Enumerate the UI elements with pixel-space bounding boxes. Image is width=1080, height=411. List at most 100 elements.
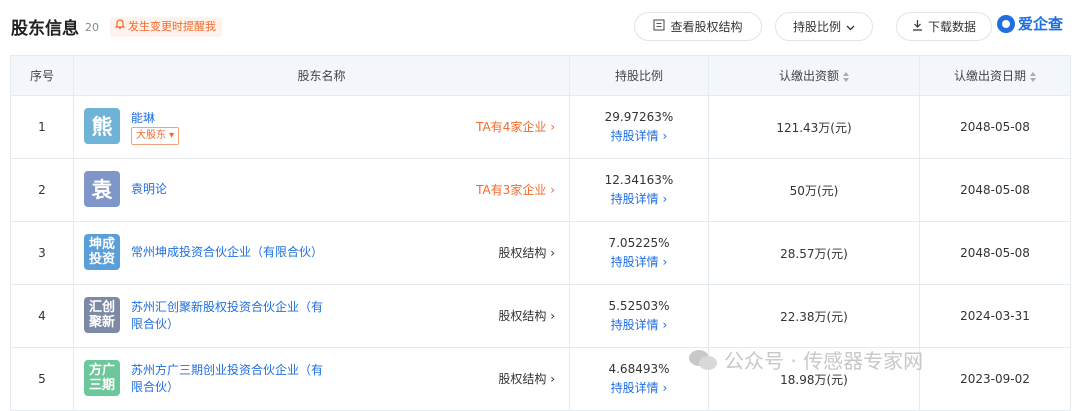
table-row: 1 熊 能琳 大股东 ▾ TA有4家企业 › 29.97263% 持股详情 › … [10, 95, 1071, 159]
avatar: 熊 [84, 108, 120, 144]
sort-icon[interactable] [843, 71, 849, 82]
holding-detail-label: 持股详情 [610, 255, 659, 269]
holding-detail-label: 持股详情 [610, 129, 659, 143]
table-row: 2 袁 袁明论 TA有3家企业 › 12.34163% 持股详情 › 50万(元… [10, 158, 1071, 222]
table-header-row: 序号 股东名称 持股比例 认缴出资额 认缴出资日期 [10, 55, 1071, 96]
avatar: 坤成投资 [84, 234, 120, 270]
chevron-right-icon: › [550, 372, 555, 386]
col-header-date-label: 认缴出资日期 [953, 69, 1026, 83]
related-link-label: TA有4家企业 [476, 120, 547, 134]
view-structure-label: 查看股权结构 [670, 20, 743, 34]
related-link-label: 股权结构 [498, 372, 547, 386]
ratio-cell: 5.52503% 持股详情 › [569, 284, 709, 348]
shareholder-related-link[interactable]: TA有3家企业 › [476, 181, 555, 198]
holding-detail-link[interactable]: 持股详情 › [571, 379, 707, 396]
logo-text: 爱企查 [1018, 15, 1064, 33]
shareholder-cell: 汇创聚新 苏州汇创聚新股权投资合伙企业（有限合伙） 股权结构 › [73, 284, 570, 348]
holding-detail-link[interactable]: 持股详情 › [571, 190, 707, 207]
col-header-date[interactable]: 认缴出资日期 [919, 55, 1071, 96]
related-link-label: TA有3家企业 [476, 183, 547, 197]
badge-label: 大股东 [136, 130, 166, 141]
ratio-dropdown[interactable]: 持股比例 [775, 12, 873, 41]
row-index: 3 [10, 221, 74, 285]
change-remind-button[interactable]: 发生变更时提醒我 [110, 17, 222, 37]
logo-icon [997, 14, 1015, 33]
col-header-name: 股东名称 [73, 55, 570, 96]
table-row: 3 坤成投资 常州坤成投资合伙企业（有限合伙） 股权结构 › 7.05225% … [10, 221, 1071, 285]
table-row: 4 汇创聚新 苏州汇创聚新股权投资合伙企业（有限合伙） 股权结构 › 5.525… [10, 284, 1071, 348]
shareholder-cell: 坤成投资 常州坤成投资合伙企业（有限合伙） 股权结构 › [73, 221, 570, 285]
avatar-text: 袁 [91, 178, 113, 202]
download-label: 下载数据 [927, 20, 976, 34]
row-index: 5 [10, 347, 74, 411]
wechat-icon [688, 348, 718, 372]
subscribed-date: 2024-03-31 [919, 284, 1071, 348]
download-icon [912, 19, 923, 34]
avatar: 方广三期 [84, 360, 120, 396]
holding-percent: 5.52503% [608, 299, 670, 313]
related-link-label: 股权结构 [498, 246, 547, 260]
view-structure-button[interactable]: 查看股权结构 [634, 12, 762, 41]
holding-detail-link[interactable]: 持股详情 › [571, 127, 707, 144]
brand-logo[interactable]: 爱企查 [997, 13, 1063, 34]
holding-detail-label: 持股详情 [610, 381, 659, 395]
shareholder-related-link[interactable]: 股权结构 › [498, 370, 555, 387]
shareholder-cell: 熊 能琳 大股东 ▾ TA有4家企业 › [73, 95, 570, 159]
ratio-cell: 29.97263% 持股详情 › [569, 95, 709, 159]
subscribed-amount: 50万(元) [708, 158, 920, 222]
holding-detail-label: 持股详情 [610, 192, 659, 206]
shareholder-cell: 袁 袁明论 TA有3家企业 › [73, 158, 570, 222]
shareholder-related-link[interactable]: 股权结构 › [498, 307, 555, 324]
download-button[interactable]: 下载数据 [896, 12, 992, 41]
col-header-amount-label: 认缴出资额 [778, 69, 839, 83]
avatar-text: 汇创聚新 [88, 300, 115, 330]
watermark: 公众号 · 传感器专家网 [688, 345, 923, 374]
shareholder-related-link[interactable]: 股权结构 › [498, 244, 555, 261]
section-title: 股东信息 [11, 19, 79, 39]
row-index: 1 [10, 95, 74, 159]
row-index: 4 [10, 284, 74, 348]
chevron-down-icon [846, 20, 855, 34]
row-index: 2 [10, 158, 74, 222]
subscribed-date: 2048-05-08 [919, 158, 1071, 222]
holding-percent: 29.97263% [604, 110, 674, 124]
chevron-right-icon: › [550, 309, 555, 323]
shareholder-count: 20 [85, 21, 99, 34]
ratio-label: 持股比例 [792, 20, 841, 34]
section-header: 股东信息 20 发生变更时提醒我 查看股权结构 持股比例 下载数据 爱企查 [0, 0, 1080, 54]
holding-detail-link[interactable]: 持股详情 › [571, 316, 707, 333]
avatar: 汇创聚新 [84, 297, 120, 333]
holding-percent: 7.05225% [608, 236, 670, 250]
subscribed-amount: 22.38万(元) [708, 284, 920, 348]
shareholder-name-link[interactable]: 苏州方广三期创业投资合伙企业（有限合伙） [131, 362, 331, 396]
change-remind-label: 发生变更时提醒我 [128, 20, 216, 33]
avatar: 袁 [84, 171, 120, 207]
avatar-text: 坤成投资 [88, 237, 115, 267]
col-header-ratio: 持股比例 [569, 55, 709, 96]
avatar-text: 熊 [91, 115, 113, 139]
shareholder-name-link[interactable]: 能琳 [131, 110, 331, 127]
subscribed-amount: 121.43万(元) [708, 95, 920, 159]
shareholder-name-link[interactable]: 苏州汇创聚新股权投资合伙企业（有限合伙） [131, 299, 331, 333]
holding-detail-label: 持股详情 [610, 318, 659, 332]
col-header-amount[interactable]: 认缴出资额 [708, 55, 920, 96]
sort-icon[interactable] [1030, 71, 1036, 82]
ratio-cell: 7.05225% 持股详情 › [569, 221, 709, 285]
subscribed-date: 2048-05-08 [919, 95, 1071, 159]
holding-detail-link[interactable]: 持股详情 › [571, 253, 707, 270]
shareholder-name-link[interactable]: 袁明论 [131, 181, 331, 198]
related-link-label: 股权结构 [498, 309, 547, 323]
watermark-text: 公众号 · 传感器专家网 [724, 349, 924, 373]
holding-percent: 4.68493% [608, 362, 670, 376]
shareholder-cell: 方广三期 苏州方广三期创业投资合伙企业（有限合伙） 股权结构 › [73, 347, 570, 411]
holding-percent: 12.34163% [604, 173, 674, 187]
chevron-right-icon: › [550, 183, 555, 197]
ratio-cell: 12.34163% 持股详情 › [569, 158, 709, 222]
shareholder-name-link[interactable]: 常州坤成投资合伙企业（有限合伙） [131, 244, 331, 261]
col-header-index: 序号 [10, 55, 74, 96]
avatar-text: 方广三期 [88, 363, 115, 393]
structure-icon [653, 19, 666, 34]
major-shareholder-badge[interactable]: 大股东 ▾ [131, 127, 180, 145]
shareholder-related-link[interactable]: TA有4家企业 › [476, 118, 555, 135]
subscribed-date: 2023-09-02 [919, 347, 1071, 411]
